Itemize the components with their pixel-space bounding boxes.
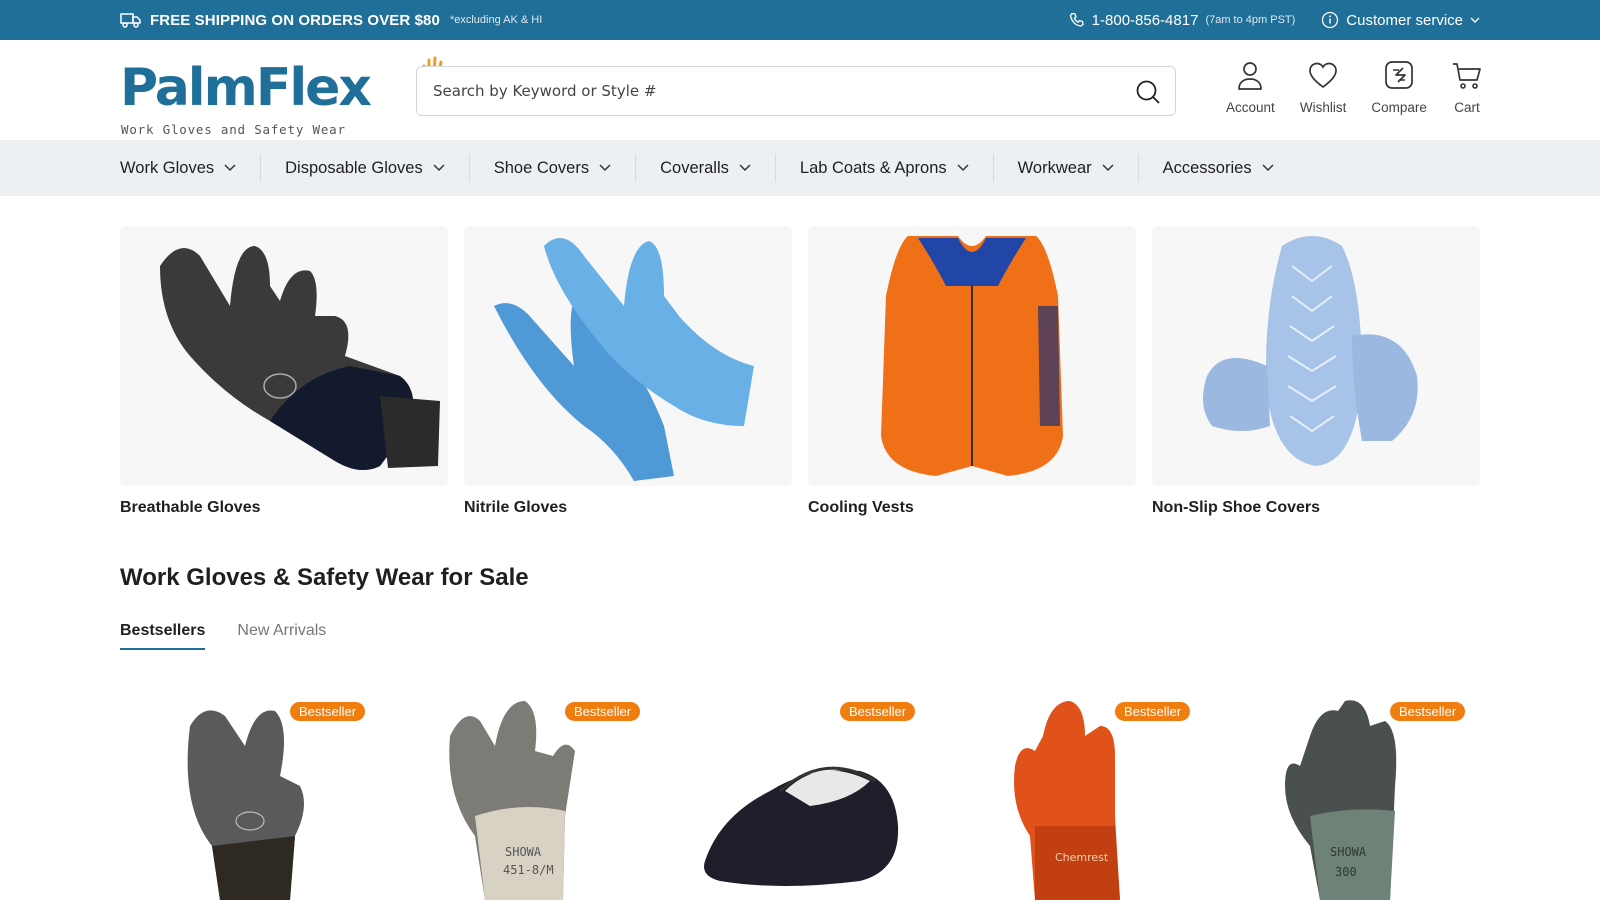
tab-bestsellers[interactable]: Bestsellers	[120, 622, 206, 650]
palmflex-logo[interactable]: PalmFlex Work Gloves and Safety Wear	[120, 52, 449, 137]
category-card-cooling-vests[interactable]: Cooling Vests	[808, 226, 1136, 517]
heart-icon	[1309, 62, 1337, 89]
cart-icon	[1453, 63, 1481, 89]
section-title: Work Gloves & Safety Wear for Sale	[120, 564, 529, 591]
bestseller-badge: Bestseller	[290, 702, 366, 721]
tab-new-arrivals[interactable]: New Arrivals	[237, 622, 326, 650]
category-label[interactable]: Non-Slip Shoe Covers	[1152, 499, 1480, 517]
nav-item-workwear[interactable]: Workwear	[994, 154, 1139, 182]
black-gray-glove-image[interactable]	[150, 696, 350, 900]
orange-vest-image[interactable]	[808, 226, 1136, 486]
customer-service-label[interactable]: Customer service	[1346, 12, 1463, 29]
cart-button[interactable]: Cart	[1452, 60, 1482, 130]
category-card-nitrile-gloves[interactable]: Nitrile Gloves	[464, 226, 792, 517]
phone-icon	[1069, 12, 1084, 27]
svg-text:SHOWA: SHOWA	[505, 845, 542, 859]
nav-item-disposable-gloves[interactable]: Disposable Gloves	[261, 154, 470, 182]
site-header: PalmFlex Work Gloves and Safety Wear Acc…	[0, 40, 1600, 140]
compare-icon	[1385, 61, 1414, 89]
cart-label: Cart	[1454, 100, 1480, 115]
category-cards: Breathable Gloves Nitrile Gloves Cooling…	[120, 226, 1480, 517]
product-card[interactable]: Bestseller	[120, 690, 380, 900]
customer-service-dropdown[interactable]: Customer service	[1321, 11, 1480, 29]
info-icon	[1322, 11, 1339, 29]
product-card[interactable]: SHOWA 300 Bestseller	[1220, 690, 1480, 900]
free-shipping-note: *excluding AK & HI	[449, 14, 543, 26]
wishlist-label: Wishlist	[1299, 100, 1347, 115]
compare-label: Compare	[1371, 100, 1427, 115]
bestseller-badge: Bestseller	[1115, 702, 1191, 721]
product-card[interactable]: SHOWA 451-8/M Bestseller	[395, 690, 655, 900]
svg-text:Chemrest: Chemrest	[1055, 851, 1109, 864]
category-label[interactable]: Breathable Gloves	[120, 499, 448, 517]
svg-text:SHOWA: SHOWA	[1330, 845, 1367, 859]
product-grid: Bestseller SHOWA 451-8/M Bestseller Bests…	[120, 690, 1480, 900]
chevron-down-icon	[1470, 17, 1480, 23]
bestseller-badge: Bestseller	[565, 702, 641, 721]
category-label[interactable]: Cooling Vests	[808, 499, 1136, 517]
main-navigation: Work Gloves Disposable Gloves Shoe Cover…	[0, 140, 1600, 196]
logo-tagline: Work Gloves and Safety Wear	[121, 122, 346, 137]
nav-item-work-gloves[interactable]: Work Gloves	[120, 154, 262, 182]
bestseller-badge: Bestseller	[840, 702, 916, 721]
black-glove-image[interactable]	[120, 226, 448, 486]
truck-icon	[120, 13, 141, 28]
chevron-down-icon	[739, 164, 751, 172]
header-actions: Account Wishlist Compare Cart	[1226, 60, 1482, 130]
phone-link[interactable]: 1-800-856-4817 (7am to 4pm PST)	[1069, 12, 1296, 29]
free-shipping-notice: FREE SHIPPING ON ORDERS OVER $80 *exclud…	[120, 12, 542, 29]
chevron-down-icon	[1262, 164, 1274, 172]
svg-text:451-8/M: 451-8/M	[503, 863, 554, 877]
product-tabs: Bestsellers New Arrivals	[120, 622, 326, 650]
chevron-down-icon	[1102, 164, 1114, 172]
nav-item-lab-coats-aprons[interactable]: Lab Coats & Aprons	[776, 154, 994, 182]
account-button[interactable]: Account	[1226, 60, 1275, 130]
phone-hours: (7am to 4pm PST)	[1205, 14, 1296, 26]
account-label: Account	[1226, 100, 1275, 115]
logo-wordmark: PalmFlex	[120, 58, 372, 118]
wishlist-button[interactable]: Wishlist	[1299, 60, 1347, 130]
gray-white-glove-image[interactable]: SHOWA 451-8/M	[425, 696, 625, 900]
compare-button[interactable]: Compare	[1371, 60, 1427, 130]
chevron-down-icon	[957, 164, 969, 172]
gray-green-glove-image[interactable]: SHOWA 300	[1250, 696, 1450, 900]
category-card-non-slip-shoe-covers[interactable]: Non-Slip Shoe Covers	[1152, 226, 1480, 517]
svg-text:300: 300	[1335, 865, 1357, 879]
user-icon	[1238, 62, 1263, 90]
chevron-down-icon	[599, 164, 611, 172]
search-icon[interactable]	[1135, 79, 1161, 105]
product-card[interactable]: Bestseller	[670, 690, 930, 900]
bestseller-badge: Bestseller	[1390, 702, 1466, 721]
product-card[interactable]: Chemrest Bestseller	[945, 690, 1205, 900]
phone-number[interactable]: 1-800-856-4817	[1092, 12, 1199, 29]
free-shipping-text: FREE SHIPPING ON ORDERS OVER $80	[150, 11, 440, 29]
category-label[interactable]: Nitrile Gloves	[464, 499, 792, 517]
search-bar	[416, 66, 1176, 116]
category-card-breathable-gloves[interactable]: Breathable Gloves	[120, 226, 448, 517]
top-banner: FREE SHIPPING ON ORDERS OVER $80 *exclud…	[0, 0, 1600, 40]
nav-item-shoe-covers[interactable]: Shoe Covers	[470, 154, 637, 182]
chevron-down-icon	[224, 164, 236, 172]
black-shoe-cover-image[interactable]	[700, 696, 900, 900]
nav-item-accessories[interactable]: Accessories	[1139, 154, 1298, 182]
search-input[interactable]	[433, 67, 1113, 115]
orange-pvc-glove-image[interactable]: Chemrest	[975, 696, 1175, 900]
blue-shoe-covers-image[interactable]	[1152, 226, 1480, 486]
chevron-down-icon	[433, 164, 445, 172]
blue-nitrile-gloves-image[interactable]	[464, 226, 792, 486]
nav-item-coveralls[interactable]: Coveralls	[636, 154, 776, 182]
